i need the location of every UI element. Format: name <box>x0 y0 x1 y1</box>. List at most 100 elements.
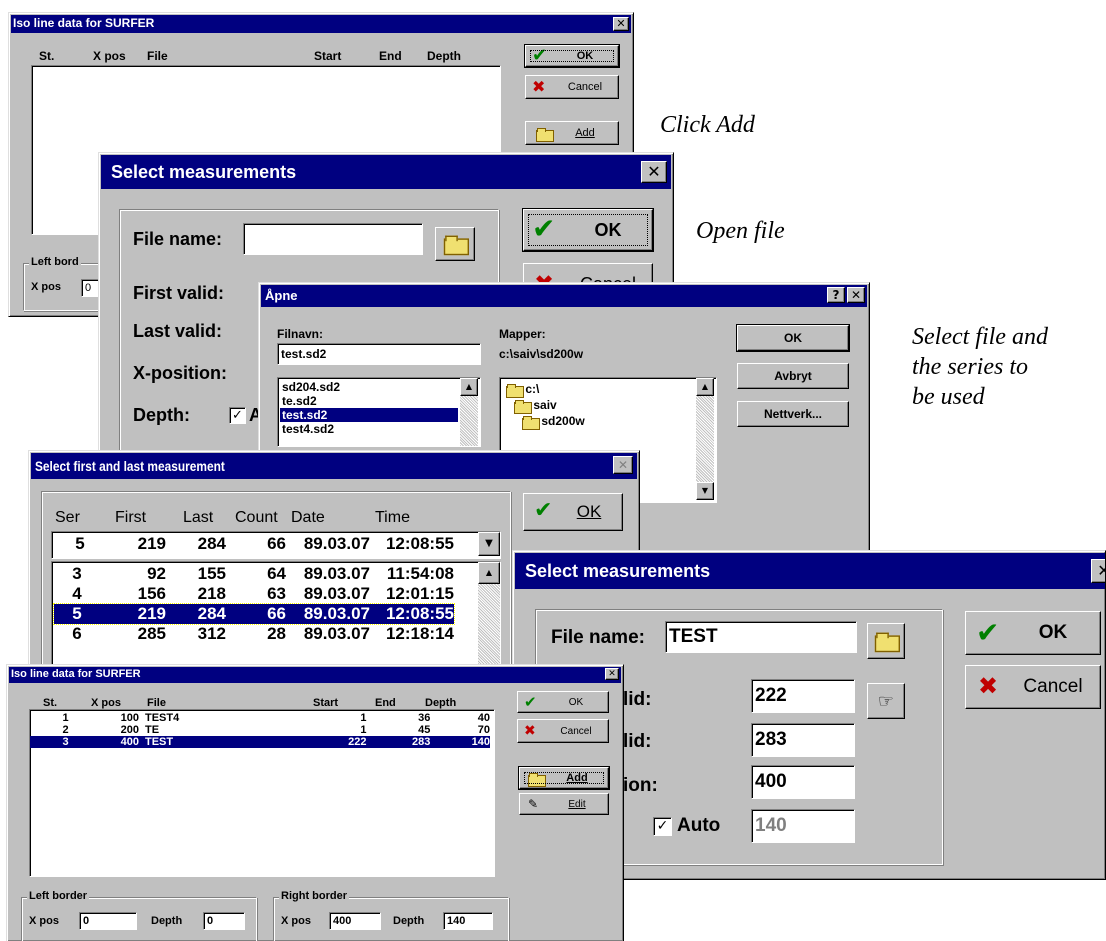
select-range-button[interactable]: ☞ <box>867 683 905 719</box>
first-valid-field[interactable]: 222 <box>751 679 855 713</box>
filnavn-label: Filnavn: <box>277 327 324 341</box>
table-row[interactable]: 1 100 TEST4 1 36 40 <box>30 712 490 724</box>
col-time: Time <box>375 509 410 526</box>
x-position-field[interactable]: 400 <box>751 765 855 799</box>
file-name-label: File name: <box>133 229 223 249</box>
folder-open-icon <box>522 415 540 430</box>
col-end: End <box>375 697 396 709</box>
list-item-selected[interactable]: test.sd2 <box>280 408 458 422</box>
check-icon: ✔ <box>524 693 537 711</box>
series-header: Ser First Last Count Date Time <box>55 509 410 527</box>
list-item[interactable]: test4.sd2 <box>282 422 334 436</box>
scroll-up-icon[interactable]: ▲ <box>696 378 714 396</box>
close-icon[interactable]: ✕ <box>613 17 629 31</box>
folder-item-root[interactable]: c:\ <box>506 382 539 398</box>
ok-button[interactable]: ✔ OK <box>523 493 623 531</box>
cancel-label: Cancel <box>567 81 603 93</box>
close-icon[interactable]: ✕ <box>613 456 633 474</box>
ok-button[interactable]: ✔ OK <box>517 691 609 713</box>
file-name-field[interactable] <box>243 223 423 255</box>
table-row-selected[interactable]: 5 219 284 66 89.03.07 12:08:55 <box>53 603 455 625</box>
pointing-hand-icon: ☞ <box>877 690 895 712</box>
depth-label: Depth <box>393 915 425 927</box>
nettverk-button[interactable]: Nettverk... <box>737 401 849 427</box>
cancel-button[interactable]: ✖ Cancel <box>965 665 1101 709</box>
ok-button[interactable]: ✔ OK <box>965 611 1101 655</box>
left-border-label: Left bord <box>29 256 81 268</box>
folder-open-icon <box>506 383 524 398</box>
first-valid-label: lid: <box>623 689 652 710</box>
check-icon: ✔ <box>534 498 553 523</box>
series-combobox[interactable]: 5 219 284 66 89.03.07 12:08:55 ▼ <box>51 531 501 559</box>
caption-line: Select file and <box>912 324 1048 350</box>
auto-label: Auto <box>677 815 721 836</box>
table-row[interactable]: 4 156 218 63 89.03.07 12:01:15 <box>54 584 454 604</box>
avbryt-button[interactable]: Avbryt <box>737 363 849 389</box>
file-name-label: File name: <box>551 627 645 648</box>
ok-button[interactable]: ✔ OK <box>524 44 620 68</box>
folder-item-saiv[interactable]: saiv <box>514 398 557 414</box>
cell: 66 <box>267 534 286 553</box>
title-bar: Iso line data for SURFER ✕ <box>11 15 631 33</box>
folder-item-sd200w[interactable]: sd200w <box>522 414 585 430</box>
auto-checkbox[interactable]: ✓ <box>229 407 246 424</box>
list-item[interactable]: sd204.sd2 <box>282 380 340 394</box>
auto-checkbox[interactable]: ✓ <box>653 817 672 836</box>
right-xpos-field[interactable]: 400 <box>329 912 381 930</box>
folder-list-scrollbar[interactable]: ▲ ▼ <box>696 378 714 500</box>
table-row[interactable]: 6 285 312 28 89.03.07 12:18:14 <box>54 624 454 644</box>
xpos-label: X pos <box>29 915 59 927</box>
cell: 284 <box>197 534 226 553</box>
file-name-field[interactable]: TEST <box>665 621 857 653</box>
col-depth: Depth <box>425 697 457 709</box>
scroll-up-icon[interactable]: ▲ <box>460 378 478 396</box>
file-list[interactable]: sd204.sd2 te.sd2 test.sd2 test4.sd2 ▲ <box>277 377 481 447</box>
filnavn-field[interactable]: test.sd2 <box>277 343 481 365</box>
scroll-down-icon[interactable]: ▼ <box>696 482 714 500</box>
help-icon[interactable]: ? <box>827 287 845 303</box>
browse-file-button[interactable] <box>435 227 475 261</box>
right-border-label: Right border <box>279 890 349 902</box>
close-icon[interactable]: ✕ <box>605 668 619 680</box>
table-row[interactable]: 3 92 155 64 89.03.07 11:54:08 <box>54 564 454 584</box>
xpos-label: X pos <box>281 915 311 927</box>
close-icon[interactable]: ✕ <box>847 287 865 303</box>
add-button[interactable]: Add <box>525 121 619 145</box>
depth-field[interactable]: 140 <box>751 809 855 843</box>
close-icon[interactable]: ✕ <box>641 161 667 183</box>
caption-line: the series to <box>912 354 1028 380</box>
mapper-label: Mapper: <box>499 327 546 341</box>
last-valid-field[interactable]: 283 <box>751 723 855 757</box>
cancel-button[interactable]: ✖ Cancel <box>517 719 609 743</box>
add-button[interactable]: Add <box>518 766 610 790</box>
ok-button[interactable]: OK <box>736 324 850 352</box>
station-list[interactable]: 1 100 TEST4 1 36 40 2 200 TE 1 45 70 3 4… <box>29 709 495 877</box>
browse-file-button[interactable] <box>867 623 905 659</box>
right-depth-field[interactable]: 140 <box>443 912 493 930</box>
dropdown-arrow-icon[interactable]: ▼ <box>478 532 500 556</box>
close-icon[interactable]: ✕ <box>1091 559 1105 583</box>
window-title: Select measurements <box>525 561 711 581</box>
cancel-button[interactable]: ✖ Cancel <box>525 75 619 99</box>
left-depth-field[interactable]: 0 <box>203 912 245 930</box>
caption-select-file: Select file and the series to be used <box>912 322 1048 412</box>
window-title: Iso line data for SURFER <box>13 16 155 30</box>
table-row[interactable]: 2 200 TE 1 45 70 <box>30 724 490 736</box>
title-bar: Åpne ? ✕ <box>261 285 867 307</box>
list-item[interactable]: te.sd2 <box>282 394 317 408</box>
check-icon: ✔ <box>532 212 556 245</box>
scroll-up-icon[interactable]: ▲ <box>478 562 500 584</box>
table-row-selected[interactable]: 3 400 TEST 222 283 140 <box>30 736 490 748</box>
title-bar: Iso line data for SURFER ✕ <box>9 667 621 683</box>
left-xpos-field[interactable]: 0 <box>79 912 137 930</box>
folder-icon <box>874 632 901 653</box>
add-label: Add <box>566 772 588 784</box>
depth-label: Depth <box>151 915 183 927</box>
col-count: Count <box>235 509 278 526</box>
col-xpos: X pos <box>91 697 121 709</box>
series-list-scrollbar[interactable]: ▲ <box>478 562 500 669</box>
series-dropdown-list[interactable]: 3 92 155 64 89.03.07 11:54:08 4 156 218 … <box>51 561 501 669</box>
file-list-scrollbar[interactable]: ▲ <box>460 378 478 446</box>
ok-button[interactable]: ✔ OK <box>522 208 654 252</box>
edit-button[interactable]: ✎ Edit <box>519 793 609 815</box>
